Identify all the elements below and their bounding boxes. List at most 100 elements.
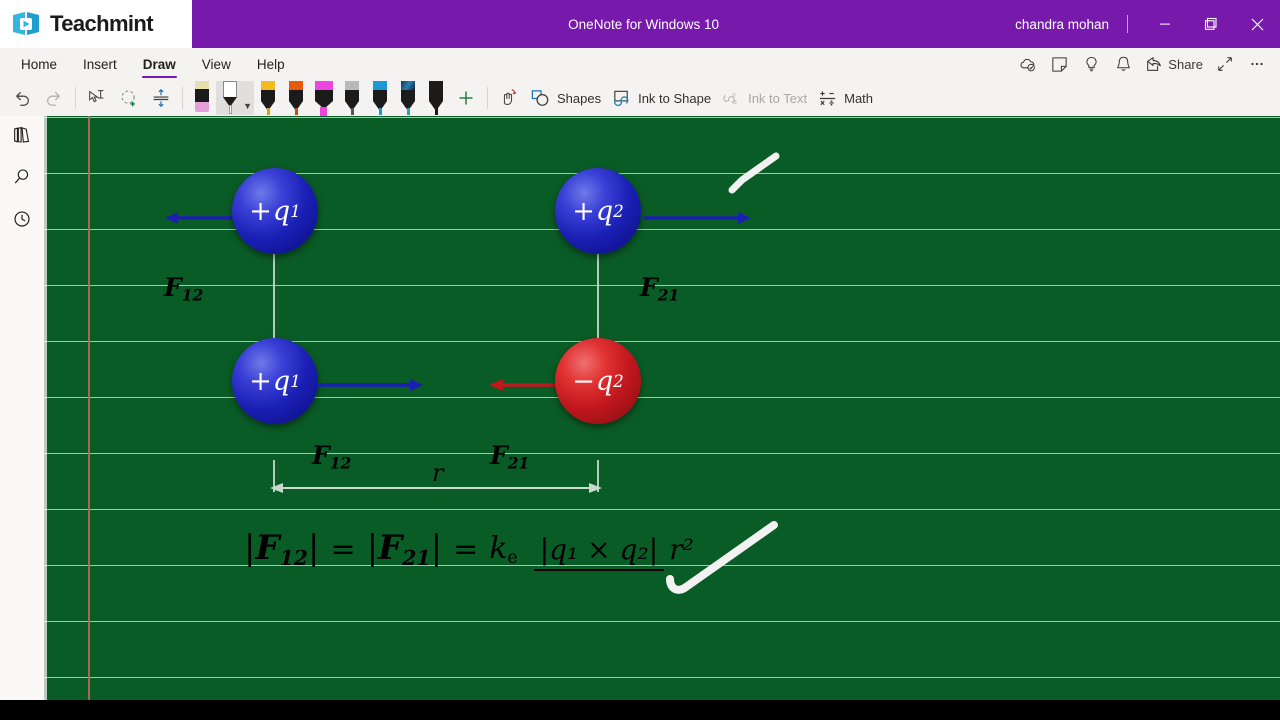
pen-black-icon (423, 81, 449, 115)
more-ellipsis-icon[interactable] (1242, 49, 1272, 79)
ink-to-text-label: Ink to Text (748, 90, 808, 106)
highlighter-magenta-icon (311, 81, 337, 116)
tab-home[interactable]: Home (8, 48, 70, 80)
pen-blue[interactable] (366, 81, 394, 115)
window-title: OneNote for Windows 10 (568, 16, 719, 32)
share-button[interactable]: Share (1140, 49, 1208, 79)
page-gutter (44, 116, 47, 700)
bottom-black-bar (0, 700, 1280, 720)
pen-eraser[interactable] (188, 81, 216, 115)
charge-top-right: + q 2 (555, 168, 641, 254)
share-label: Share (1168, 56, 1203, 72)
charge-bottom-right: − q 2 (555, 338, 641, 424)
rail-item-search[interactable] (0, 158, 44, 200)
rule-line (44, 341, 1280, 342)
lasso-select-button[interactable] (81, 82, 113, 114)
eraser-icon (189, 81, 215, 115)
toolbar-separator-3 (487, 87, 488, 109)
rule-line (44, 173, 1280, 174)
pen-galaxy[interactable] (394, 81, 422, 115)
clock-recent-icon (11, 208, 33, 235)
page-margin-line (88, 116, 90, 700)
note-page-canvas[interactable]: F12 +q1 +q2 F21 F12 +q1 F21 −q2 (44, 116, 1280, 700)
force-label-top-left: F12 (164, 273, 204, 305)
sync-cloud-icon[interactable] (1012, 49, 1042, 79)
math-label: Math (844, 90, 874, 106)
book-play-logo-icon (10, 8, 42, 40)
ink-checkmark-bottom (666, 521, 778, 594)
force-arrow-bottom-left (318, 379, 423, 391)
pen-black[interactable] (422, 81, 450, 115)
notebooks-icon (11, 124, 33, 151)
expand-arrows-icon[interactable] (1210, 49, 1240, 79)
title-bar-right: chandra mohan (1015, 0, 1280, 48)
tab-draw[interactable]: Draw (130, 48, 189, 80)
lightbulb-icon[interactable] (1076, 49, 1106, 79)
pen-white-icon (217, 81, 243, 115)
toolbar-separator-2 (182, 87, 183, 109)
shapes-label: Shapes (557, 90, 602, 106)
rule-line (44, 397, 1280, 398)
tab-insert[interactable]: Insert (70, 48, 130, 80)
rule-line (44, 621, 1280, 622)
math-button[interactable]: Math (812, 82, 878, 114)
highlighter-magenta[interactable] (310, 81, 338, 116)
title-separator (1127, 15, 1128, 33)
draw-toolbar: ▼ Shapes Ink to Shape a a Ink to Text Ma… (0, 80, 1280, 116)
account-name: chandra mohan (1015, 16, 1109, 32)
insert-space-button[interactable] (113, 82, 145, 114)
charge-bottom-left: + q 1 (232, 338, 318, 424)
ink-to-text-button[interactable]: a a Ink to Text (716, 82, 812, 114)
undo-button[interactable] (6, 82, 38, 114)
ribbon-right-actions: Share (1012, 49, 1280, 79)
pencil-gray[interactable] (338, 81, 366, 115)
minimize-icon[interactable] (1142, 0, 1188, 48)
pen-galaxy-icon (395, 81, 421, 115)
tab-help[interactable]: Help (244, 48, 298, 80)
add-pen-button[interactable] (450, 82, 482, 114)
bell-icon[interactable] (1108, 49, 1138, 79)
brand-name: Teachmint (50, 11, 154, 36)
title-bar: Teachmint OneNote for Windows 10 chandra… (0, 0, 1280, 48)
rule-line (44, 677, 1280, 678)
draw-with-touch-button[interactable] (493, 82, 525, 114)
chevron-down-icon[interactable]: ▼ (243, 101, 252, 111)
ribbon-tabs: Home Insert Draw View Help (0, 48, 298, 80)
pencil-gray-icon (339, 81, 365, 115)
rail-item-notebooks[interactable] (0, 116, 44, 158)
formula-lhs-1: |F12| (244, 528, 320, 571)
pen-yellow-icon (255, 81, 281, 115)
pen-orange-icon (283, 81, 309, 115)
onenote-window: Teachmint OneNote for Windows 10 chandra… (0, 0, 1280, 720)
ink-checkmark-top (728, 152, 780, 194)
pen-orange[interactable] (282, 81, 310, 115)
charge-top-left: + q 1 (232, 168, 318, 254)
tab-view[interactable]: View (189, 48, 244, 80)
close-icon[interactable] (1234, 0, 1280, 48)
rule-line (44, 453, 1280, 454)
rule-line (44, 509, 1280, 510)
force-label-bottom-left: F12 (312, 441, 352, 473)
left-navigation-rail (0, 116, 44, 720)
distance-arrow (270, 483, 602, 493)
formula-lhs-2: |F21| (366, 528, 443, 571)
shapes-button[interactable]: Shapes (525, 82, 606, 114)
redo-button[interactable] (38, 82, 70, 114)
search-icon (11, 166, 33, 193)
ink-to-shape-label: Ink to Shape (638, 90, 712, 106)
rail-item-recent[interactable] (0, 200, 44, 242)
formula-equals-1: = (330, 532, 356, 568)
formula-equals-2: = (453, 532, 479, 568)
ribbon-tab-bar: Home Insert Draw View Help Share (0, 48, 1280, 80)
sticky-note-icon[interactable] (1044, 49, 1074, 79)
svg-text:a: a (733, 97, 738, 106)
pen-blue-icon (367, 81, 393, 115)
pen-yellow[interactable] (254, 81, 282, 115)
ruler-button[interactable] (145, 82, 177, 114)
ink-to-shape-button[interactable]: Ink to Shape (606, 82, 716, 114)
maximize-icon[interactable] (1188, 0, 1234, 48)
force-label-top-right: F21 (640, 273, 680, 305)
pen-white-selected[interactable]: ▼ (216, 81, 254, 115)
force-arrow-top-right (644, 212, 751, 224)
toolbar-separator-1 (75, 87, 76, 109)
